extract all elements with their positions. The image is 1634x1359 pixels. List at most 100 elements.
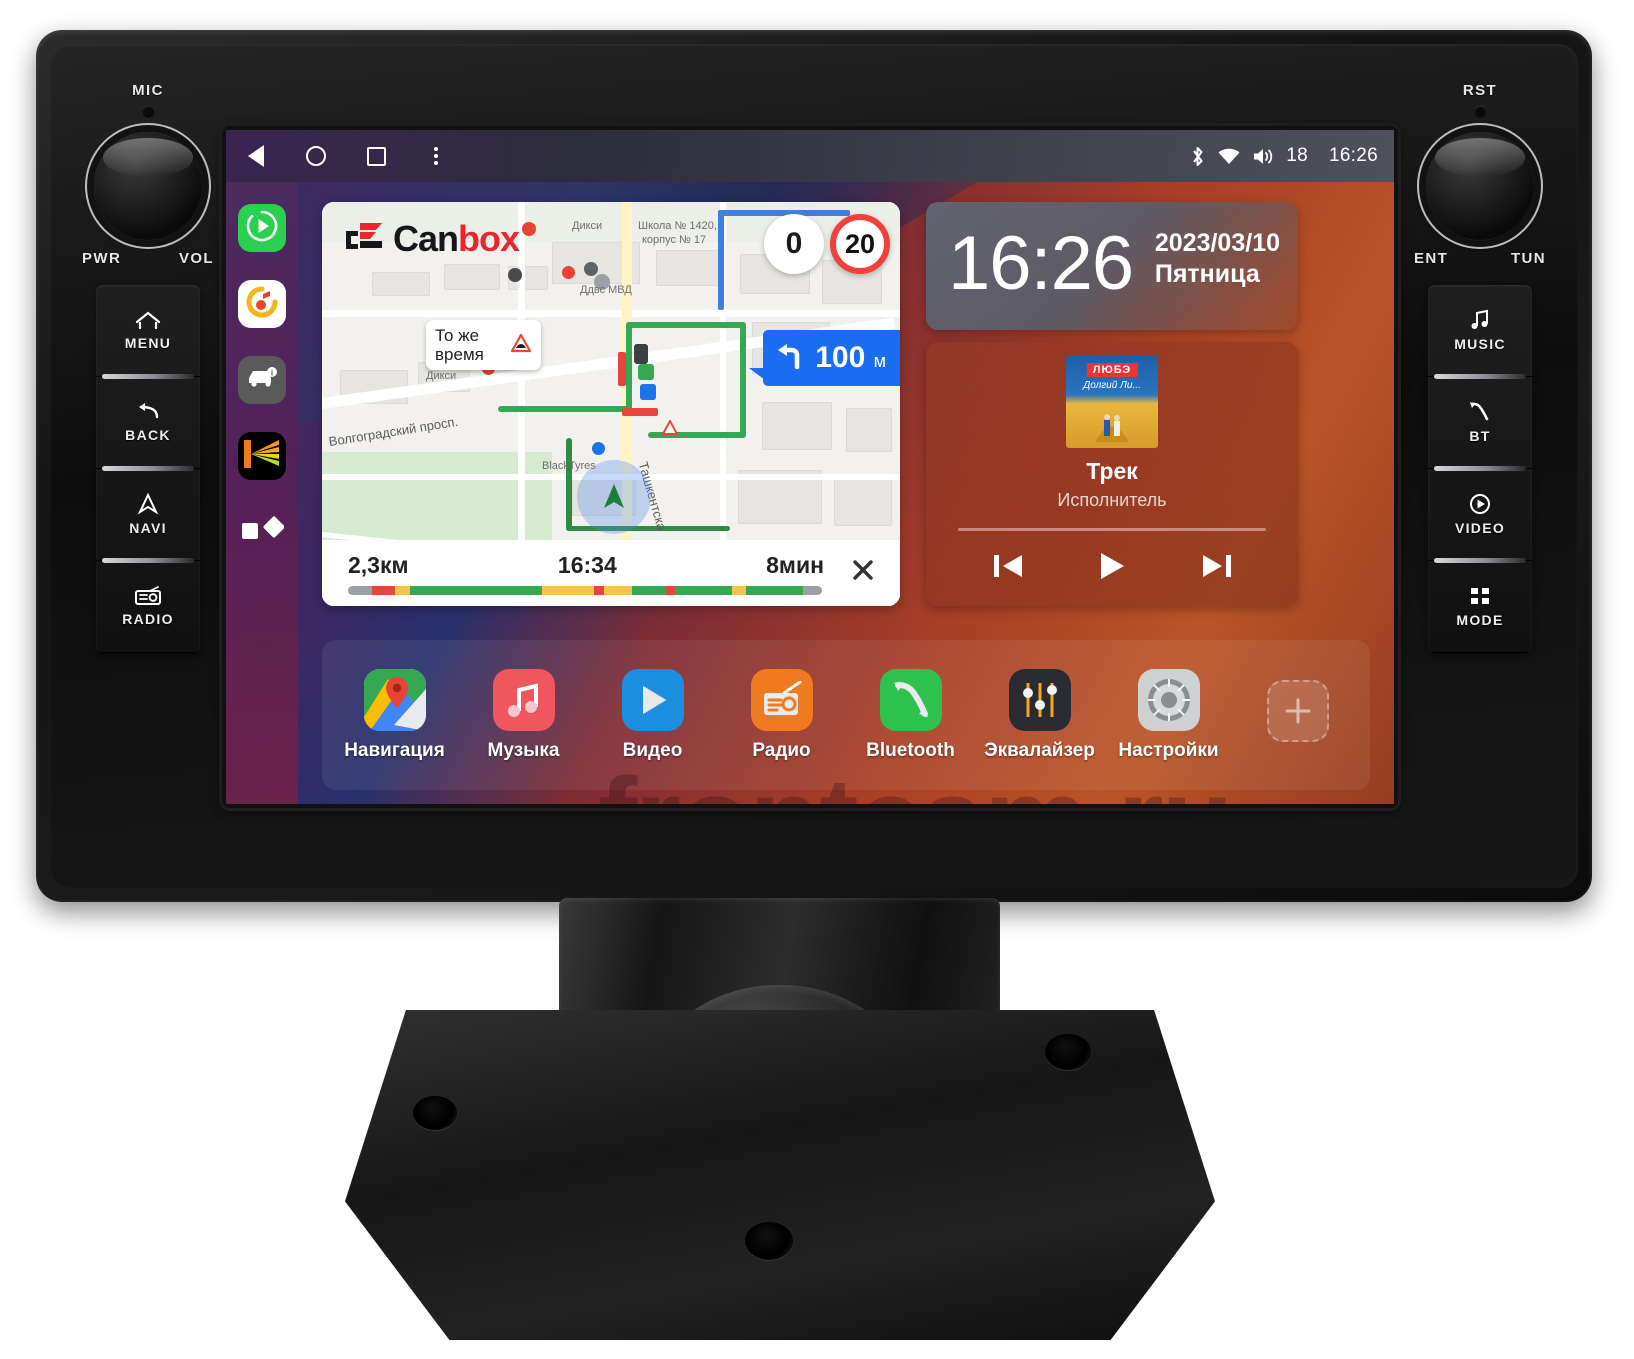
rail-item-yandex-music[interactable] xyxy=(238,280,286,328)
right-button-stack: MUSIC BT VIDEO MODE xyxy=(1428,285,1532,653)
music-hard-button-label: MUSIC xyxy=(1454,336,1506,352)
album-badge: ЛЮБЭ xyxy=(1086,363,1138,377)
right-control-panel: RST ENT TUN MUSIC BT VIDEO MODE xyxy=(1414,82,1546,653)
rail-item-car-info[interactable]: i xyxy=(238,356,286,404)
navigation-map-card[interactable]: Школа № 1420, корпус № 17 Дикси Ддвс МВД… xyxy=(322,202,900,606)
touchscreen[interactable]: 18 16:26 i Школа № 1420, корпус № 17 Дик… xyxy=(226,130,1394,804)
phone-handset-icon xyxy=(1468,401,1492,423)
dock-app-video-label: Видео xyxy=(622,739,683,761)
reset-hole[interactable] xyxy=(1473,105,1487,118)
dock-app-bluetooth-label: Bluetooth xyxy=(866,739,955,761)
track-title: Трек xyxy=(1086,458,1138,484)
android-system-bar: 18 16:26 xyxy=(226,130,1394,182)
dock-app-radio-label: Радио xyxy=(752,739,811,761)
next-track-button[interactable] xyxy=(1194,548,1240,588)
radio-icon xyxy=(134,586,162,606)
dock-app-settings[interactable]: Настройки xyxy=(1117,668,1221,762)
video-hard-button[interactable]: VIDEO xyxy=(1428,469,1532,563)
dock-app-navigation-label: Навигация xyxy=(344,739,445,761)
mode-hard-button[interactable]: MODE xyxy=(1428,561,1532,653)
google-maps-icon xyxy=(363,668,426,731)
volume-icon xyxy=(1252,147,1275,166)
clock-date-block: 2023/03/10 Пятница xyxy=(1155,228,1280,290)
eta-info-text: То же время xyxy=(435,326,484,364)
traffic-segment xyxy=(632,585,666,595)
touchscreen-frame: 18 16:26 i Школа № 1420, корпус № 17 Дик… xyxy=(222,126,1398,808)
dock-app-navigation[interactable]: Навигация xyxy=(343,668,447,762)
svg-text:i: i xyxy=(271,368,273,377)
radio-hard-button[interactable]: RADIO xyxy=(96,561,200,653)
back-hard-button[interactable]: BACK xyxy=(96,377,200,471)
status-indicators: 18 16:26 xyxy=(1189,145,1394,168)
music-widget[interactable]: ЛЮБЭ Долгий Ли... Трек Исполнитель xyxy=(926,342,1298,606)
traffic-segment xyxy=(674,585,732,595)
skip-forward-icon xyxy=(1200,551,1234,586)
enter-label: ENT xyxy=(1414,250,1449,267)
enter-tune-knob[interactable] xyxy=(1426,132,1534,240)
traffic-segment xyxy=(731,585,747,595)
rail-item-all-apps[interactable] xyxy=(238,508,286,556)
nav-home-button[interactable] xyxy=(286,130,346,182)
music-hard-button[interactable]: MUSIC xyxy=(1428,285,1532,379)
traffic-segment xyxy=(746,585,803,595)
microphone-hole xyxy=(141,105,155,118)
maneuver-distance: 100 м xyxy=(815,341,886,374)
clock-date: 2023/03/10 xyxy=(1154,229,1280,257)
dock-app-music[interactable]: Музыка xyxy=(472,668,576,762)
dock-app-radio[interactable]: Радио xyxy=(730,668,834,762)
route-summary-bar: 2,3км 16:34 8мин xyxy=(322,540,900,606)
track-artist: Исполнитель xyxy=(1057,490,1167,510)
play-circle-icon xyxy=(245,209,279,248)
dock-add-shortcut[interactable] xyxy=(1246,679,1350,751)
app-dock: Навигация Музыка Видео Радио Bluetooth Э… xyxy=(322,640,1370,790)
dock-app-bluetooth[interactable]: Bluetooth xyxy=(859,668,963,762)
traffic-segment xyxy=(395,585,410,595)
vehicle-position-marker xyxy=(577,460,651,534)
previous-track-button[interactable] xyxy=(985,548,1031,588)
play-button[interactable] xyxy=(1089,548,1135,588)
play-icon xyxy=(1097,550,1127,587)
eta-info-bubble[interactable]: То же время xyxy=(426,320,541,370)
clock-widget[interactable]: 16:26 2023/03/10 Пятница xyxy=(926,202,1298,330)
tune-label: TUN xyxy=(1510,250,1546,267)
nav-overflow-button[interactable] xyxy=(406,130,466,182)
dock-app-equalizer[interactable]: Эквалайзер xyxy=(984,668,1095,762)
navi-hard-button[interactable]: NAVI xyxy=(96,469,200,563)
overflow-menu-icon xyxy=(434,147,438,165)
power-volume-knob[interactable] xyxy=(94,132,202,240)
music-note-icon xyxy=(1469,309,1491,331)
route-arrival-time: 16:34 xyxy=(557,551,617,578)
canbox-wordmark: Canbox xyxy=(393,218,520,259)
back-hard-button-label: BACK xyxy=(125,427,171,443)
traffic-segment xyxy=(371,585,396,595)
recents-icon xyxy=(366,146,386,166)
close-icon xyxy=(851,556,875,590)
menu-hard-button[interactable]: MENU xyxy=(96,285,200,379)
nav-recents-button[interactable] xyxy=(346,130,406,182)
apps-grid-icon xyxy=(240,513,285,552)
clock-weekday: Пятница xyxy=(1154,260,1260,288)
road-warning-icon xyxy=(510,333,532,358)
left-button-stack: MENU BACK NAVI RADIO xyxy=(96,285,200,653)
gear-icon xyxy=(1137,668,1200,731)
mic-label: MIC xyxy=(132,82,164,99)
left-control-panel: MIC PWR VOL MENU BACK NAVI RADIO xyxy=(82,82,214,653)
sliders-icon xyxy=(1008,668,1071,731)
plus-icon xyxy=(1266,679,1329,742)
track-progress-bar[interactable] xyxy=(958,528,1266,531)
rail-item-kaspersky[interactable] xyxy=(238,432,286,480)
volume-level: 18 xyxy=(1286,145,1308,166)
bolt-hole xyxy=(745,1222,793,1260)
turn-left-icon xyxy=(775,341,805,376)
bt-hard-button[interactable]: BT xyxy=(1428,377,1532,471)
dock-app-video[interactable]: Видео xyxy=(601,668,705,762)
playback-controls xyxy=(926,548,1298,588)
k-burst-icon xyxy=(242,437,282,476)
bolt-hole xyxy=(413,1096,457,1130)
rail-item-carplay[interactable] xyxy=(238,204,286,252)
close-route-button[interactable] xyxy=(838,548,888,598)
route-stats: 2,3км 16:34 8мин xyxy=(330,552,838,595)
canbox-logo: Canbox xyxy=(344,218,520,260)
nav-back-button[interactable] xyxy=(226,130,286,182)
yandex-music-icon xyxy=(245,285,279,324)
